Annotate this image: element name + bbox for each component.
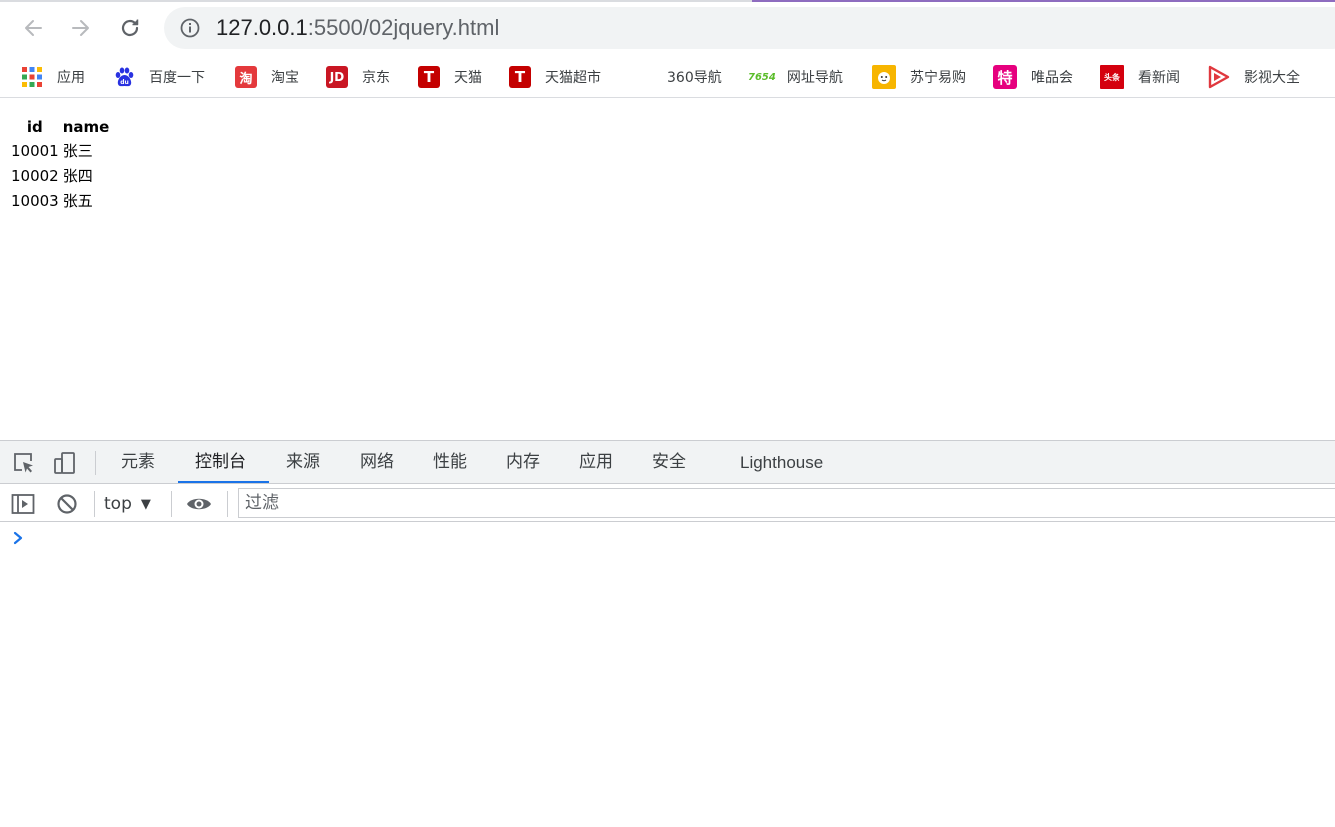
sidebar-toggle-icon (11, 494, 35, 514)
tab-network[interactable]: 网络 (360, 441, 394, 484)
bookmark-suning[interactable]: 苏宁易购 (872, 64, 966, 90)
video-play-icon (1208, 65, 1230, 89)
bookmark-360[interactable]: 360导航 (653, 64, 722, 90)
console-prompt-icon (13, 531, 23, 545)
bookmark-apps[interactable]: 应用 (21, 64, 85, 90)
context-value: top (104, 494, 132, 514)
cell-id: 10001 (11, 141, 59, 160)
console-filter-input[interactable] (238, 488, 1335, 518)
tab-sources[interactable]: 来源 (286, 441, 320, 484)
bookmark-news[interactable]: 头条 看新闻 (1100, 64, 1180, 90)
eye-icon (187, 498, 211, 510)
7654-icon: 7654 (748, 71, 776, 83)
bookmark-label: 苏宁易购 (910, 70, 966, 86)
cell-name: 张五 (62, 192, 93, 210)
toolbar-divider (227, 491, 228, 517)
svg-text:du: du (120, 79, 129, 86)
bookmark-label: 网址导航 (786, 70, 843, 86)
cell-id: 10003 (11, 191, 59, 210)
bookmark-jd[interactable]: JD 京东 (326, 64, 390, 90)
bookmark-label: 京东 (362, 70, 390, 86)
bookmark-label: 淘宝 (271, 70, 299, 86)
tmall-icon: T (418, 66, 440, 88)
devtools-panel: 元素 控制台 来源 网络 性能 内存 应用 安全 Lighthouse top … (0, 440, 1335, 827)
dropdown-arrow-icon: ▼ (140, 496, 151, 512)
tmall-supermarket-icon: T (509, 66, 531, 88)
bookmark-video[interactable]: 影视大全 (1206, 64, 1300, 90)
bookmark-baidu[interactable]: du 百度一下 (113, 64, 205, 90)
device-mode-icon (54, 452, 75, 474)
show-sidebar-button[interactable] (10, 491, 36, 517)
table-header-row: id name (10, 116, 110, 137)
tab-security[interactable]: 安全 (652, 441, 686, 484)
device-toolbar-button[interactable] (53, 451, 77, 475)
jd-icon: JD (326, 66, 348, 88)
tab-lighthouse[interactable]: Lighthouse (740, 441, 823, 484)
table-row: 10002 张四 (10, 164, 110, 187)
toolbar-divider (95, 451, 96, 475)
cell-name: 张三 (62, 142, 93, 160)
site-info-icon[interactable] (180, 18, 200, 38)
suning-icon (872, 65, 896, 89)
vip-icon: 特 (993, 65, 1017, 89)
url-path: :5500/02jquery.html (307, 15, 500, 40)
bookmark-label: 唯品会 (1031, 70, 1073, 86)
context-selector[interactable]: top ▼ (104, 489, 151, 519)
cell-name: 张四 (62, 167, 93, 185)
clear-block-icon (57, 494, 77, 514)
url-text[interactable]: 127.0.0.1:5500/02jquery.html (216, 7, 499, 49)
bookmark-label: 应用 (57, 70, 85, 86)
cell-id: 10002 (11, 166, 59, 185)
reload-icon (121, 19, 139, 37)
back-arrow-icon (25, 20, 42, 36)
bookmark-label: 影视大全 (1244, 70, 1300, 86)
bookmark-label: 百度一下 (149, 70, 205, 86)
tab-console[interactable]: 控制台 (195, 441, 246, 484)
active-tab-indicator (178, 481, 269, 483)
apps-grid-icon (22, 67, 42, 87)
live-expression-button[interactable] (186, 491, 212, 517)
taobao-icon: 淘 (235, 66, 257, 88)
inspect-element-button[interactable] (12, 451, 36, 475)
clear-console-button[interactable] (54, 491, 80, 517)
forward-button[interactable] (65, 12, 97, 44)
tab-elements[interactable]: 元素 (121, 441, 155, 484)
bookmark-tmall-supermarket[interactable]: T 天猫超市 (509, 64, 601, 90)
bookmark-vip[interactable]: 特 唯品会 (993, 64, 1073, 90)
bookmark-7654[interactable]: 7654 网址导航 (748, 64, 843, 90)
browser-toolbar: 127.0.0.1:5500/02jquery.html (0, 2, 1335, 54)
devtools-tab-bar: 元素 控制台 来源 网络 性能 内存 应用 安全 Lighthouse (0, 441, 1335, 484)
bookmark-label: 看新闻 (1138, 70, 1180, 86)
tab-application[interactable]: 应用 (579, 441, 613, 484)
column-header-id: id (26, 117, 43, 136)
news-icon: 头条 (1100, 65, 1124, 89)
baidu-paw-icon: du (115, 67, 134, 87)
toolbar-divider (171, 491, 172, 517)
bookmark-label: 360导航 (667, 70, 722, 86)
reload-button[interactable] (114, 12, 146, 44)
url-host: 127.0.0.1 (216, 15, 308, 40)
data-table: id name 10001 张三 10002 张四 10003 张五 (8, 114, 112, 214)
console-toolbar: top ▼ (0, 485, 1335, 522)
tab-memory[interactable]: 内存 (506, 441, 540, 484)
column-header-name: name (62, 117, 110, 136)
bookmark-tmall[interactable]: T 天猫 (418, 64, 482, 90)
inspect-cursor-icon (14, 453, 33, 473)
bookmark-taobao[interactable]: 淘 淘宝 (235, 64, 299, 90)
back-button[interactable] (17, 12, 49, 44)
table-row: 10003 张五 (10, 189, 110, 212)
bookmarks-bar: 应用 du 百度一下 淘 淘宝 JD 京东 T 天猫 T 天猫超市 360导航 … (0, 56, 1335, 98)
bookmark-label: 天猫超市 (545, 70, 601, 86)
bookmark-label: 天猫 (454, 70, 482, 86)
console-output[interactable] (0, 523, 1335, 827)
table-row: 10001 张三 (10, 139, 110, 162)
forward-arrow-icon (72, 20, 89, 36)
toolbar-divider (94, 491, 95, 517)
tab-performance[interactable]: 性能 (433, 441, 467, 484)
page-content: id name 10001 张三 10002 张四 10003 张五 (0, 106, 1335, 440)
address-bar[interactable]: 127.0.0.1:5500/02jquery.html (164, 7, 1335, 49)
